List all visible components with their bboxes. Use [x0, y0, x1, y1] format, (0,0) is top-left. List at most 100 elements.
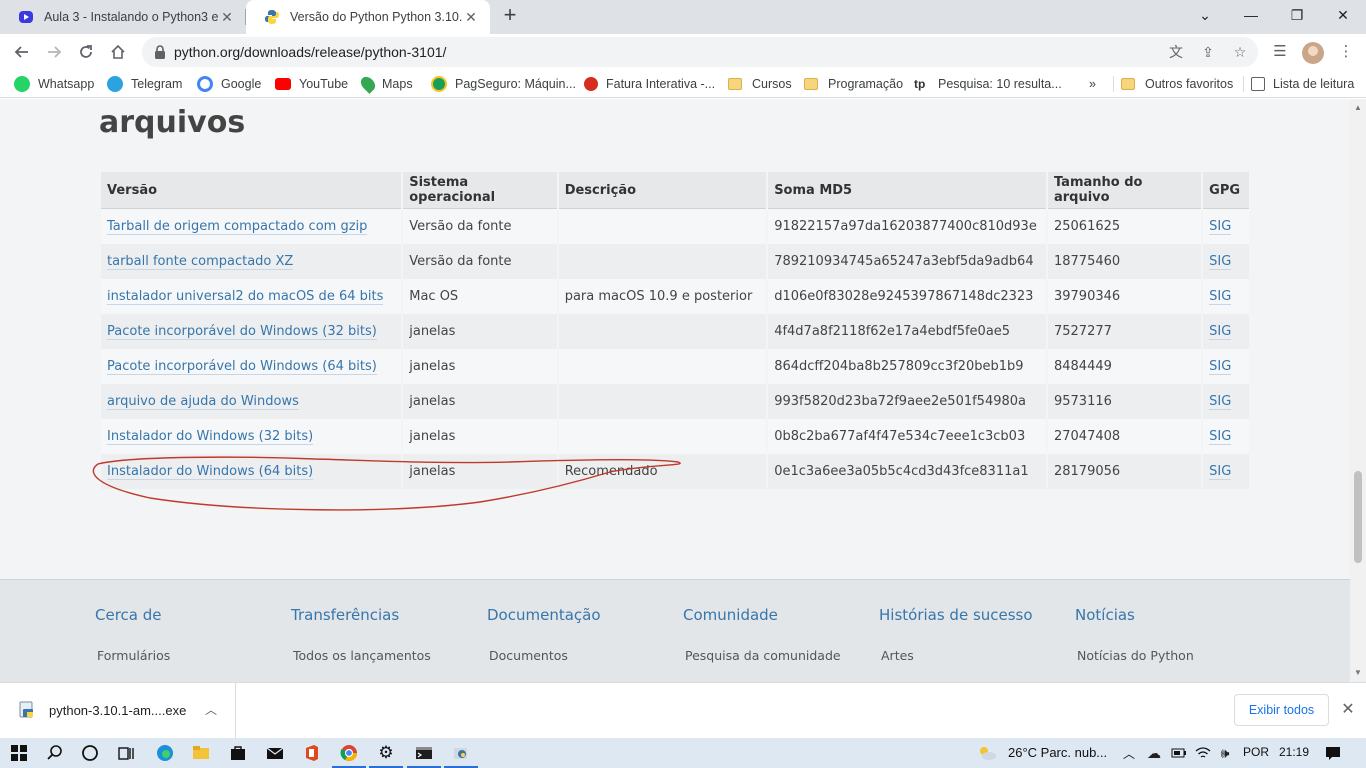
- footer-heading[interactable]: Histórias de sucesso: [879, 606, 1033, 624]
- footer-heading[interactable]: Notícias: [1075, 606, 1135, 624]
- download-item[interactable]: python-3.10.1-am....exe ︿: [0, 683, 236, 739]
- gpg-sig-link[interactable]: SIG: [1209, 289, 1232, 305]
- tray-chevron-up-icon[interactable]: ︿: [1123, 745, 1135, 762]
- bookmark-maps[interactable]: Maps: [358, 74, 413, 94]
- more-bookmarks-chevron-icon[interactable]: »: [1089, 75, 1096, 93]
- gpg-sig-link[interactable]: SIG: [1209, 464, 1232, 480]
- terminal-icon[interactable]: [407, 742, 441, 768]
- bookmark-pagseguro[interactable]: PagSeguro: Máquin...: [431, 75, 576, 93]
- cortana-icon[interactable]: [79, 742, 101, 764]
- gpg-sig-link[interactable]: SIG: [1209, 394, 1232, 410]
- translate-icon[interactable]: 文: [1168, 44, 1184, 60]
- wifi-icon[interactable]: [1192, 742, 1214, 764]
- scroll-down-arrow-icon[interactable]: ▼: [1350, 666, 1366, 680]
- file-download-link[interactable]: arquivo de ajuda do Windows: [107, 394, 299, 410]
- office-icon[interactable]: [301, 742, 323, 764]
- tab-close-icon[interactable]: ✕: [218, 9, 236, 26]
- reload-icon[interactable]: [74, 40, 98, 64]
- volume-icon[interactable]: 🕪: [1214, 742, 1236, 764]
- bookmark-folder-cursos[interactable]: Cursos: [728, 75, 792, 93]
- profile-avatar[interactable]: [1302, 42, 1324, 64]
- media-queue-icon[interactable]: ☰: [1270, 42, 1290, 62]
- tab-aula-3[interactable]: Aula 3 - Instalando o Python3 e c ✕: [0, 0, 246, 34]
- weather-text[interactable]: 26°C Parc. nub...: [1008, 745, 1107, 760]
- bookmark-pesquisa[interactable]: tp Pesquisa: 10 resulta...: [914, 75, 1062, 93]
- file-download-link[interactable]: Instalador do Windows (32 bits): [107, 429, 314, 445]
- footer-link[interactable]: Pesquisa da comunidade: [685, 648, 841, 663]
- minimize-button[interactable]: —: [1228, 0, 1274, 30]
- edge-icon[interactable]: [154, 742, 176, 764]
- bookmark-star-icon[interactable]: ☆: [1232, 44, 1248, 60]
- forward-arrow-icon[interactable]: [42, 40, 66, 64]
- lock-icon[interactable]: [152, 44, 168, 60]
- download-filename[interactable]: python-3.10.1-am....exe: [49, 703, 186, 718]
- home-icon[interactable]: [106, 40, 130, 64]
- show-all-downloads-button[interactable]: Exibir todos: [1234, 694, 1329, 726]
- footer-heading[interactable]: Cerca de: [95, 606, 162, 624]
- bookmark-other-favorites[interactable]: Outros favoritos: [1121, 75, 1233, 93]
- chrome-icon[interactable]: [332, 742, 366, 768]
- file-explorer-icon[interactable]: [190, 742, 212, 764]
- bookmark-separator: [1113, 76, 1114, 92]
- file-download-link[interactable]: Pacote incorporável do Windows (32 bits): [107, 324, 377, 340]
- clock[interactable]: 21:19: [1279, 745, 1309, 759]
- language-indicator[interactable]: POR: [1243, 745, 1269, 759]
- file-download-link[interactable]: Tarball de origem compactado com gzip: [107, 219, 368, 235]
- address-bar[interactable]: python.org/downloads/release/python-3101…: [142, 37, 1258, 67]
- cloud-icon[interactable]: ☁: [1143, 742, 1165, 764]
- footer-link[interactable]: Todos os lançamentos: [293, 648, 431, 663]
- back-arrow-icon[interactable]: [10, 40, 34, 64]
- file-download-link[interactable]: Pacote incorporável do Windows (64 bits): [107, 359, 377, 375]
- file-download-link[interactable]: Instalador do Windows (64 bits): [107, 464, 314, 480]
- url-text[interactable]: python.org/downloads/release/python-3101…: [174, 44, 446, 60]
- footer-link[interactable]: Formulários: [97, 648, 170, 663]
- tab-search-dropdown-icon[interactable]: ⌄: [1182, 0, 1228, 30]
- store-icon[interactable]: [227, 742, 249, 764]
- maximize-button[interactable]: ❐: [1274, 0, 1320, 30]
- gpg-sig-link[interactable]: SIG: [1209, 429, 1232, 445]
- python-setup-icon[interactable]: [444, 742, 478, 768]
- bookmark-telegram[interactable]: Telegram: [107, 75, 182, 93]
- footer-link[interactable]: Notícias do Python: [1077, 648, 1194, 663]
- windows-start-icon[interactable]: [8, 742, 30, 764]
- chevron-up-icon[interactable]: ︿: [205, 701, 217, 718]
- file-download-link[interactable]: instalador universal2 do macOS de 64 bit…: [107, 289, 384, 305]
- share-icon[interactable]: ⇪: [1200, 44, 1216, 60]
- scroll-up-arrow-icon[interactable]: ▲: [1350, 101, 1366, 115]
- battery-icon[interactable]: [1168, 742, 1190, 764]
- notification-center-icon[interactable]: [1322, 742, 1344, 764]
- os-cell: janelas: [403, 349, 557, 384]
- file-download-link[interactable]: tarball fonte compactado XZ: [107, 254, 294, 270]
- bookmark-whatsapp[interactable]: Whatsapp: [14, 75, 94, 93]
- footer-link[interactable]: Artes: [881, 648, 914, 663]
- bookmark-fatura[interactable]: Fatura Interativa -...: [584, 75, 715, 93]
- tab-title: Versão do Python Python 3.10.1 |: [290, 10, 462, 24]
- scrollbar-thumb[interactable]: [1354, 471, 1362, 563]
- reading-list[interactable]: Lista de leitura: [1251, 75, 1354, 93]
- bookmark-google[interactable]: Google: [197, 75, 261, 93]
- search-icon[interactable]: [44, 742, 66, 764]
- bookmark-folder-programacao[interactable]: Programação: [804, 75, 903, 93]
- weather-icon[interactable]: [976, 742, 998, 764]
- footer-heading[interactable]: Documentação: [487, 606, 601, 624]
- mail-icon[interactable]: [264, 742, 286, 764]
- footer-heading[interactable]: Transferências: [291, 606, 399, 624]
- gpg-sig-link[interactable]: SIG: [1209, 254, 1232, 270]
- new-tab-button[interactable]: +: [498, 4, 522, 28]
- vertical-scrollbar[interactable]: ▲ ▼: [1350, 99, 1366, 682]
- more-menu-icon[interactable]: ⋮: [1336, 42, 1356, 62]
- os-cell: janelas: [403, 454, 557, 489]
- close-shelf-icon[interactable]: ✕: [1338, 700, 1358, 720]
- gpg-sig-link[interactable]: SIG: [1209, 219, 1232, 235]
- settings-gear-icon[interactable]: ⚙: [369, 742, 403, 768]
- tab-python-release[interactable]: Versão do Python Python 3.10.1 | ✕: [246, 0, 490, 34]
- close-window-button[interactable]: ✕: [1320, 0, 1366, 30]
- bookmark-youtube[interactable]: YouTube: [275, 75, 348, 93]
- gpg-sig-link[interactable]: SIG: [1209, 359, 1232, 375]
- description-cell: [558, 209, 767, 244]
- gpg-sig-link[interactable]: SIG: [1209, 324, 1232, 340]
- footer-link[interactable]: Documentos: [489, 648, 568, 663]
- tab-close-icon[interactable]: ✕: [462, 9, 480, 26]
- footer-heading[interactable]: Comunidade: [683, 606, 778, 624]
- task-view-icon[interactable]: [115, 742, 137, 764]
